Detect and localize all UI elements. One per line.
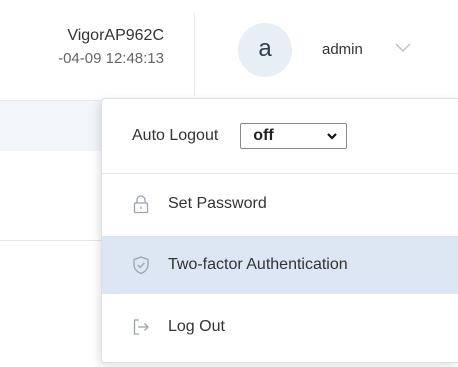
user-dropdown-menu: Auto Logout off Set Password Two-factor … xyxy=(101,98,458,363)
auto-logout-select[interactable]: off xyxy=(240,123,348,149)
device-info: VigorAP962C -04-09 12:48:13 xyxy=(0,26,164,70)
background-panel xyxy=(0,101,110,151)
two-factor-auth-label: Two-factor Authentication xyxy=(168,256,348,273)
chevron-down-icon xyxy=(327,133,338,140)
top-header: VigorAP962C -04-09 12:48:13 a admin xyxy=(0,0,458,101)
logout-icon xyxy=(132,317,150,337)
auto-logout-value: off xyxy=(253,127,274,144)
two-factor-auth-item[interactable]: Two-factor Authentication xyxy=(102,236,458,294)
shield-check-icon xyxy=(132,255,150,275)
set-password-label: Set Password xyxy=(168,195,267,212)
device-name: VigorAP962C xyxy=(67,27,164,44)
device-time: -04-09 12:48:13 xyxy=(58,50,164,67)
lock-icon xyxy=(132,194,150,214)
username[interactable]: admin xyxy=(322,40,363,60)
auto-logout-label: Auto Logout xyxy=(132,127,219,144)
log-out-label: Log Out xyxy=(168,318,225,335)
chevron-down-icon[interactable] xyxy=(393,41,413,55)
background-divider xyxy=(0,240,110,241)
avatar[interactable]: a xyxy=(238,23,292,77)
header-divider xyxy=(194,12,195,96)
auto-logout-row: Auto Logout off xyxy=(102,99,458,174)
set-password-item[interactable]: Set Password xyxy=(102,175,458,233)
log-out-item[interactable]: Log Out xyxy=(102,298,458,356)
